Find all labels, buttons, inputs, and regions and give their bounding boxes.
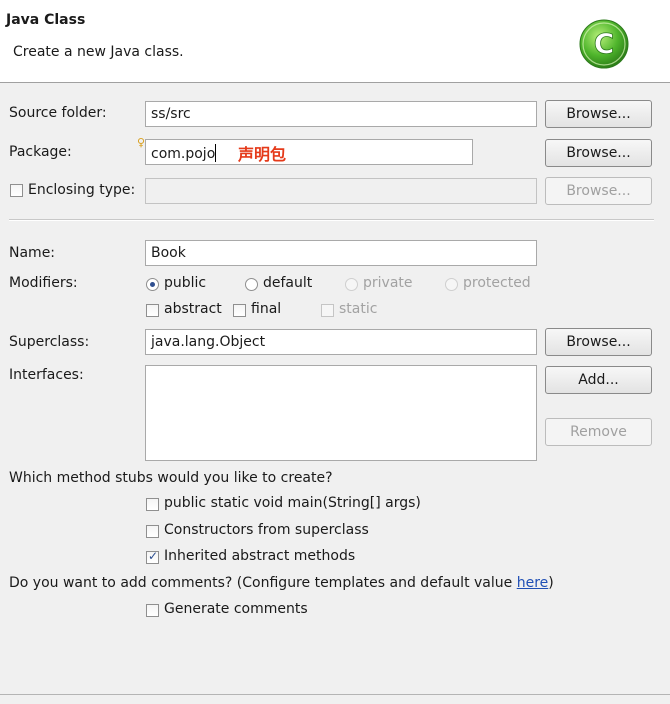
interfaces-label: Interfaces: <box>9 367 84 383</box>
public-radio-label: public <box>164 275 207 291</box>
default-radio[interactable] <box>245 278 258 291</box>
class-wizard-c-icon: C <box>579 19 629 69</box>
wizard-description: Create a new Java class. <box>13 44 184 60</box>
source-folder-input[interactable]: ss/src <box>145 101 537 127</box>
constructors-label: Constructors from superclass <box>164 522 369 538</box>
public-radio[interactable] <box>146 278 159 291</box>
source-folder-label: Source folder: <box>9 105 107 121</box>
package-annotation: 声明包 <box>238 145 287 164</box>
protected-radio-label: protected <box>463 275 531 291</box>
main-method-label: public static void main(String[] args) <box>164 495 421 511</box>
constructors-checkbox[interactable] <box>146 525 159 538</box>
wizard-title: Java Class <box>6 12 86 28</box>
enclosing-type-browse-button[interactable]: Browse... <box>545 177 652 205</box>
configure-templates-link[interactable]: here <box>517 575 549 591</box>
final-checkbox[interactable] <box>233 304 246 317</box>
interfaces-list[interactable] <box>145 365 537 461</box>
enclosing-type-label: Enclosing type: <box>28 182 136 198</box>
private-radio[interactable] <box>345 278 358 291</box>
inherited-methods-checkbox[interactable]: ✓ <box>146 549 159 564</box>
main-method-checkbox[interactable] <box>146 498 159 511</box>
default-radio-label: default <box>263 275 313 291</box>
static-checkbox-label: static <box>339 301 378 317</box>
interfaces-remove-button[interactable]: Remove <box>545 418 652 446</box>
svg-text:C: C <box>594 27 615 60</box>
generate-comments-label: Generate comments <box>164 601 308 617</box>
generate-comments-checkbox[interactable] <box>146 604 159 617</box>
package-input[interactable]: com.pojo <box>145 139 473 165</box>
modifiers-label: Modifiers: <box>9 275 78 291</box>
enclosing-type-checkbox[interactable] <box>10 184 23 197</box>
enclosing-type-input[interactable] <box>145 178 537 204</box>
final-checkbox-label: final <box>251 301 282 317</box>
superclass-browse-button[interactable]: Browse... <box>545 328 652 356</box>
text-caret <box>215 144 217 162</box>
interfaces-add-button[interactable]: Add... <box>545 366 652 394</box>
radio-selected-dot <box>150 282 155 287</box>
abstract-checkbox-label: abstract <box>164 301 222 317</box>
method-stubs-question: Which method stubs would you like to cre… <box>9 470 333 486</box>
source-folder-browse-button[interactable]: Browse... <box>545 100 652 128</box>
checkmark-icon: ✓ <box>148 549 159 563</box>
comments-question-suffix: ) <box>548 575 554 591</box>
private-radio-label: private <box>363 275 413 291</box>
separator <box>9 219 654 221</box>
wizard-header: Java Class Create a new Java class. C <box>0 0 670 83</box>
static-checkbox[interactable] <box>321 304 334 317</box>
superclass-input[interactable]: java.lang.Object <box>145 329 537 355</box>
comments-question-text: Do you want to add comments? (Configure … <box>9 575 517 591</box>
content-assist-bulb-icon: ♀ <box>137 136 146 149</box>
superclass-label: Superclass: <box>9 334 90 350</box>
inherited-methods-label: Inherited abstract methods <box>164 548 356 564</box>
package-label: Package: <box>9 144 72 160</box>
name-label: Name: <box>9 245 56 261</box>
comments-question: Do you want to add comments? (Configure … <box>9 575 554 591</box>
package-browse-button[interactable]: Browse... <box>545 139 652 167</box>
package-value: com.pojo <box>151 146 216 162</box>
bottom-divider <box>0 694 670 695</box>
protected-radio[interactable] <box>445 278 458 291</box>
abstract-checkbox[interactable] <box>146 304 159 317</box>
name-input[interactable]: Book <box>145 240 537 266</box>
